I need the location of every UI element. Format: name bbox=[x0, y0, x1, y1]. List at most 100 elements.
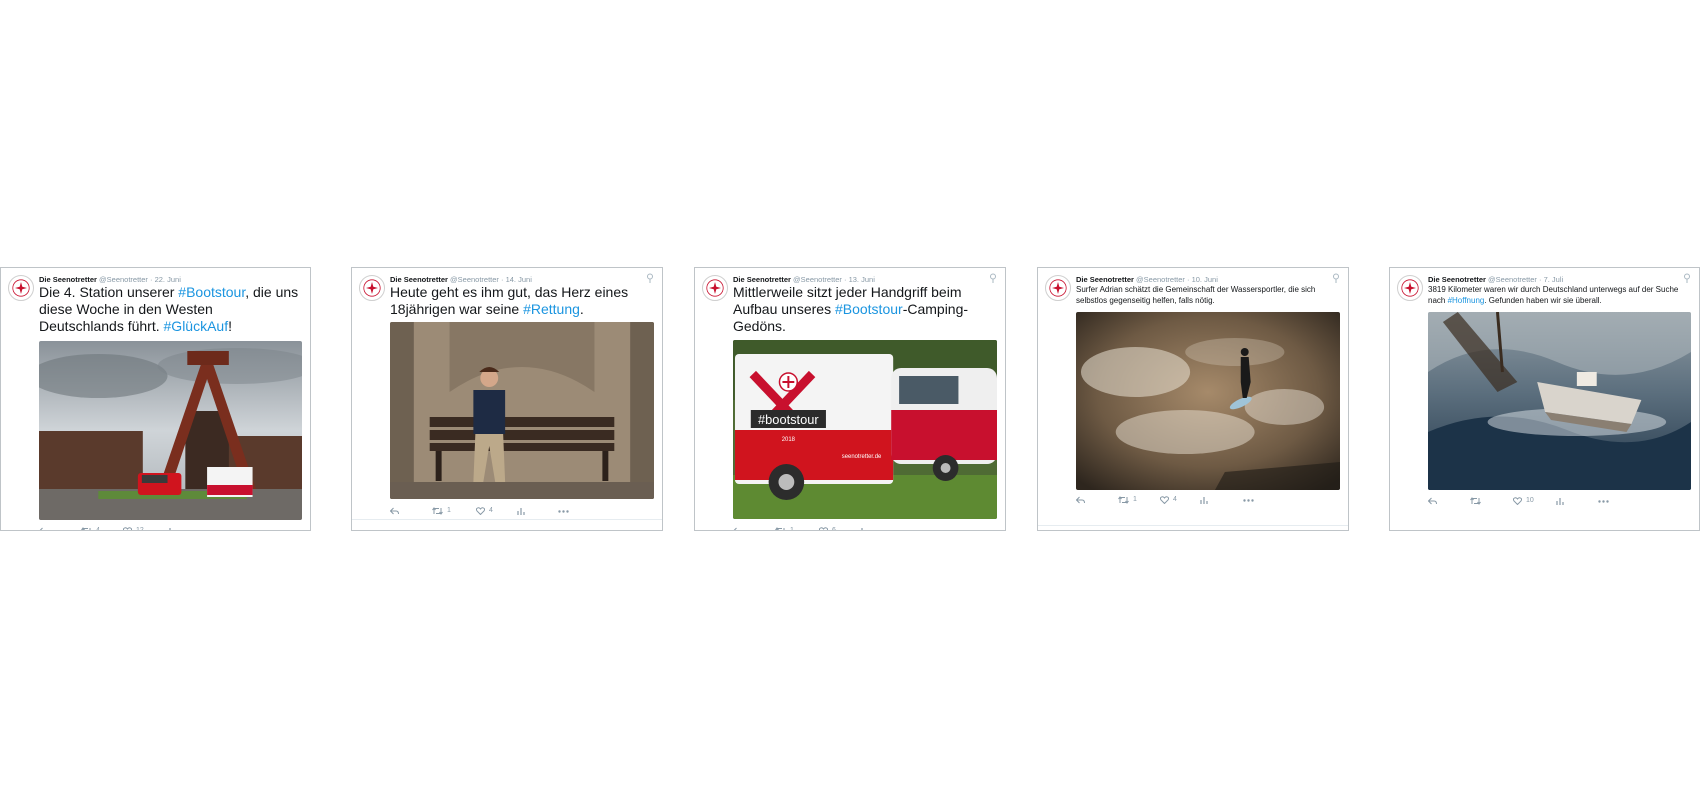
tweet-date[interactable]: 13. Juni bbox=[849, 275, 875, 284]
retweet-button[interactable]: 1 bbox=[1118, 494, 1137, 506]
analytics-button[interactable] bbox=[166, 525, 178, 530]
hashtag-link[interactable]: #Bootstour bbox=[178, 284, 245, 300]
account-name[interactable]: Die Seenotretter bbox=[1076, 275, 1134, 284]
more-button[interactable] bbox=[1243, 494, 1258, 506]
tweet-text: Mittlerweile sitzt jeder Handgriff beim … bbox=[733, 284, 995, 335]
like-button[interactable]: 4 bbox=[1160, 494, 1177, 506]
heart-icon bbox=[123, 527, 132, 530]
more-button[interactable] bbox=[1598, 495, 1613, 507]
analytics-button[interactable] bbox=[517, 505, 529, 517]
reply-icon bbox=[733, 527, 737, 530]
card-divider bbox=[1038, 525, 1348, 526]
like-button[interactable]: 4 bbox=[476, 505, 493, 517]
account-handle[interactable]: @Seenotretter bbox=[1488, 275, 1537, 284]
seenotretter-avatar-icon[interactable] bbox=[1045, 275, 1071, 301]
account-name[interactable]: Die Seenotretter bbox=[39, 275, 97, 284]
retweet-button[interactable] bbox=[1470, 495, 1485, 507]
tweet-date[interactable]: 7. Juli bbox=[1544, 275, 1564, 284]
more-dots-icon bbox=[1598, 499, 1609, 503]
tweet-text: Heute geht es ihm gut, das Herz eines 18… bbox=[390, 284, 652, 318]
account-handle[interactable]: @Seenotretter bbox=[1136, 275, 1185, 284]
tweet-actions: 1 6 bbox=[733, 525, 995, 531]
analytics-button[interactable] bbox=[1556, 495, 1568, 507]
bar-chart-icon bbox=[1556, 498, 1564, 505]
more-button[interactable] bbox=[209, 525, 224, 530]
tweet-actions: 1 4 bbox=[390, 505, 652, 517]
seenotretter-avatar-icon[interactable] bbox=[359, 275, 385, 301]
tweet-card-1[interactable]: Die Seenotretter @Seenotretter · 22. Jun… bbox=[0, 267, 311, 531]
account-handle[interactable]: @Seenotretter bbox=[793, 275, 842, 284]
heart-icon bbox=[819, 527, 828, 530]
reply-icon bbox=[1428, 497, 1437, 505]
bar-chart-icon bbox=[169, 528, 171, 530]
like-count: 12 bbox=[136, 527, 144, 531]
heart-icon bbox=[1160, 496, 1169, 504]
retweet-count: 1 bbox=[1133, 496, 1137, 503]
tweet-text-part: ! bbox=[228, 318, 232, 334]
like-count: 4 bbox=[489, 507, 493, 514]
more-button[interactable] bbox=[901, 525, 916, 530]
retweet-button[interactable]: 4 bbox=[81, 525, 100, 530]
tweet-text: 3819 Kilometer waren wir durch Deutschla… bbox=[1428, 284, 1689, 306]
account-handle[interactable]: @Seenotretter bbox=[450, 275, 499, 284]
tweet-date[interactable]: 14. Juni bbox=[506, 275, 532, 284]
account-name[interactable]: Die Seenotretter bbox=[733, 275, 791, 284]
tweet-text: Die 4. Station unserer #Bootstour, die u… bbox=[39, 284, 300, 335]
retweet-count: 1 bbox=[447, 507, 451, 514]
tweet-text-part: . Gefunden haben wir sie überall. bbox=[1484, 296, 1602, 305]
tweet-card-2[interactable]: Die Seenotretter @Seenotretter · 14. Jun… bbox=[351, 267, 663, 531]
trailer-site-text: seenotretter.de bbox=[842, 454, 882, 460]
bar-chart-icon bbox=[861, 528, 863, 530]
like-count: 6 bbox=[832, 527, 836, 531]
reply-button[interactable] bbox=[390, 505, 403, 517]
bar-chart-icon bbox=[1200, 497, 1208, 504]
like-button[interactable]: 6 bbox=[819, 525, 836, 531]
more-dots-icon bbox=[209, 529, 220, 530]
tweet-photo[interactable] bbox=[1428, 312, 1691, 490]
pin-icon[interactable] bbox=[1332, 273, 1340, 283]
reply-button[interactable] bbox=[39, 525, 52, 530]
reply-button[interactable] bbox=[1428, 495, 1441, 507]
tweet-date[interactable]: 10. Juni bbox=[1192, 275, 1218, 284]
like-button[interactable]: 12 bbox=[123, 525, 144, 531]
pin-icon[interactable] bbox=[989, 273, 997, 283]
tweet-text-part: Surfer Adrian schätzt die Gemeinschaft d… bbox=[1076, 285, 1316, 305]
seenotretter-avatar-icon[interactable] bbox=[1397, 275, 1423, 301]
seenotretter-avatar-icon[interactable] bbox=[702, 275, 728, 301]
account-name[interactable]: Die Seenotretter bbox=[390, 275, 448, 284]
hashtag-link[interactable]: #Hoffnung bbox=[1448, 296, 1485, 305]
tweet-card-4[interactable]: Die Seenotretter @Seenotretter · 10. Jun… bbox=[1037, 267, 1349, 531]
analytics-button[interactable] bbox=[858, 525, 870, 530]
hashtag-link[interactable]: #GlückAuf bbox=[164, 318, 229, 334]
tweet-actions: 1 4 bbox=[1076, 494, 1338, 506]
card-divider bbox=[352, 519, 662, 520]
reply-icon bbox=[390, 507, 399, 515]
tweet-card-5[interactable]: Die Seenotretter @Seenotretter · 7. Juli… bbox=[1389, 267, 1700, 531]
reply-button[interactable] bbox=[1076, 494, 1089, 506]
trailer-hashtag-text: #bootstour bbox=[758, 412, 819, 427]
analytics-button[interactable] bbox=[1200, 494, 1212, 506]
tweet-photo[interactable] bbox=[39, 341, 302, 520]
tweet-date[interactable]: 22. Juni bbox=[155, 275, 181, 284]
pin-icon[interactable] bbox=[1683, 273, 1691, 283]
reply-button[interactable] bbox=[733, 525, 746, 530]
pin-icon[interactable] bbox=[646, 273, 654, 283]
tweet-photo[interactable] bbox=[1076, 312, 1340, 490]
account-handle[interactable]: @Seenotretter bbox=[99, 275, 148, 284]
tweet-actions: 10 bbox=[1428, 495, 1689, 507]
retweet-count: 1 bbox=[790, 527, 794, 531]
tweet-card-3[interactable]: Die Seenotretter @Seenotretter · 13. Jun… bbox=[694, 267, 1006, 531]
reply-icon bbox=[1076, 496, 1085, 504]
retweet-button[interactable]: 1 bbox=[432, 505, 451, 517]
hashtag-link[interactable]: #Rettung bbox=[523, 301, 580, 317]
retweet-icon bbox=[432, 507, 443, 515]
seenotretter-avatar-icon[interactable] bbox=[8, 275, 34, 301]
like-button[interactable]: 10 bbox=[1513, 495, 1534, 507]
hashtag-link[interactable]: #Bootstour bbox=[835, 301, 903, 317]
tweet-photo[interactable] bbox=[390, 322, 654, 499]
retweet-button[interactable]: 1 bbox=[775, 525, 794, 531]
account-name[interactable]: Die Seenotretter bbox=[1428, 275, 1486, 284]
reply-icon bbox=[39, 527, 43, 530]
tweet-photo[interactable]: #bootstour 2018 seenotretter.de bbox=[733, 340, 997, 519]
more-button[interactable] bbox=[558, 505, 573, 517]
